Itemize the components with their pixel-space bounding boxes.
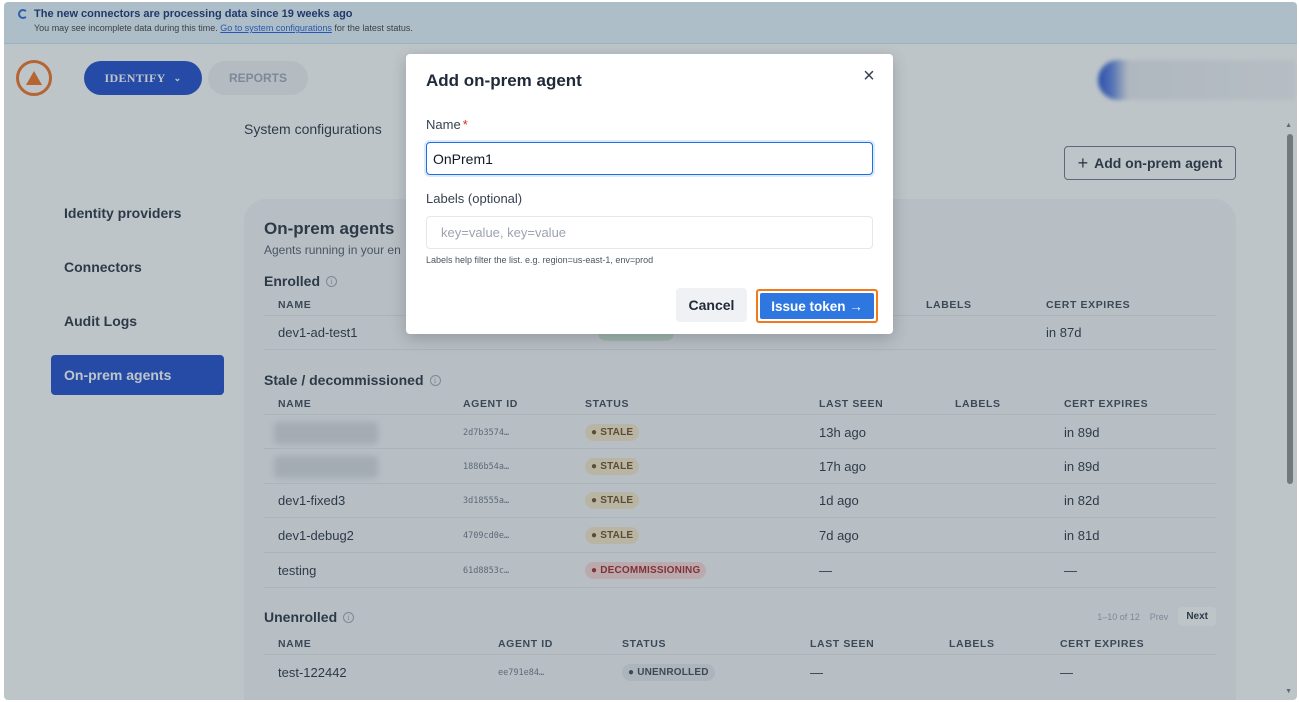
dialog-title: Add on-prem agent [426,71,582,90]
issue-token-label: Issue token → [760,293,874,319]
labels-input[interactable] [426,216,873,249]
required-marker: * [462,117,468,132]
name-label-text: Name [426,117,461,132]
name-input[interactable] [426,142,873,175]
add-agent-dialog: Add on-prem agent × Name* Labels (option… [406,54,893,334]
labels-hint: Labels help filter the list. e.g. region… [426,255,654,265]
cancel-button[interactable]: Cancel [676,288,747,322]
app-window: The new connectors are processing data s… [4,2,1297,700]
close-icon[interactable]: × [859,66,879,86]
issue-token-button[interactable]: Issue token → [756,289,878,323]
labels-field-label: Labels (optional) [426,191,523,206]
name-field-label: Name * [426,117,468,132]
